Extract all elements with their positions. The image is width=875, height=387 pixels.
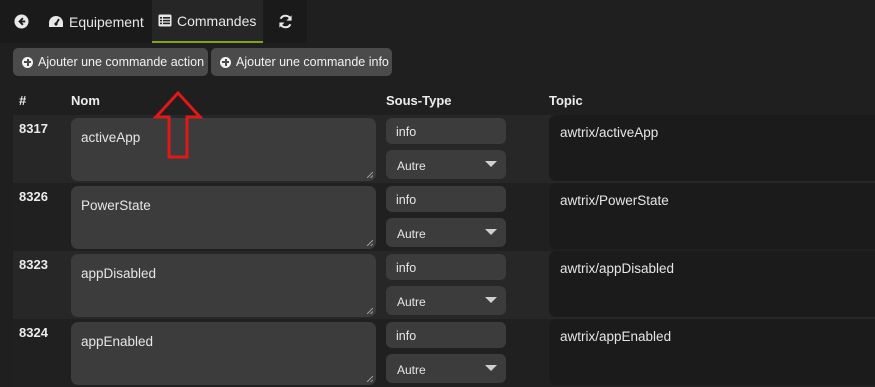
tab-equipement-label: Equipement xyxy=(69,13,144,30)
refresh-icon xyxy=(278,14,292,29)
plus-circle-icon xyxy=(22,56,33,68)
command-name-field[interactable]: activeApp xyxy=(71,118,376,181)
annotation-arrow-up-icon xyxy=(153,91,203,159)
caret-down-icon xyxy=(485,297,497,303)
command-id: 8324 xyxy=(19,325,48,340)
caret-down-icon xyxy=(485,161,497,167)
topic-field[interactable]: awtrix/appEnabled xyxy=(549,319,875,385)
subtype-select-value: Autre xyxy=(397,227,426,241)
subtype-select[interactable]: Autre xyxy=(386,150,506,179)
caret-down-icon xyxy=(485,365,497,371)
plus-circle-icon xyxy=(220,56,231,68)
tab-commandes-label: Commandes xyxy=(177,12,257,29)
topic-field[interactable]: awtrix/appDisabled xyxy=(549,251,875,317)
topic-field[interactable]: awtrix/PowerState xyxy=(549,183,875,249)
tab-bar: Equipement Commandes xyxy=(0,0,307,43)
add-action-command-button[interactable]: Ajouter une commande action xyxy=(13,48,208,76)
add-action-command-label: Ajouter une commande action xyxy=(38,55,205,69)
table-row: 8324 appEnabled info Autre awtrix/appEna… xyxy=(13,319,875,387)
table-row: 8317 activeApp info Autre awtrix/activeA… xyxy=(13,115,875,183)
subtype-select-value: Autre xyxy=(397,363,426,377)
command-name-field[interactable]: PowerState xyxy=(71,186,376,249)
subtype-select[interactable]: Autre xyxy=(386,354,506,383)
subtype-select[interactable]: Autre xyxy=(386,286,506,315)
arrow-circle-left-icon xyxy=(13,14,29,29)
command-type-field[interactable]: info xyxy=(386,118,506,144)
command-type-field[interactable]: info xyxy=(386,254,506,280)
table-row: 8326 PowerState info Autre awtrix/PowerS… xyxy=(13,183,875,251)
command-id: 8326 xyxy=(19,189,48,204)
column-name-header: Nom xyxy=(71,93,100,108)
command-id: 8317 xyxy=(19,121,48,136)
table-header: # Nom Sous-Type Topic xyxy=(13,84,875,115)
caret-down-icon xyxy=(485,229,497,235)
refresh-button[interactable] xyxy=(271,0,299,43)
list-icon xyxy=(158,14,172,27)
command-type-field[interactable]: info xyxy=(386,322,506,348)
subtype-select-value: Autre xyxy=(397,159,426,173)
command-type-field[interactable]: info xyxy=(386,186,506,212)
subtype-select-value: Autre xyxy=(397,295,426,309)
subtype-select[interactable]: Autre xyxy=(386,218,506,247)
back-button[interactable] xyxy=(6,0,36,43)
table-row: 8323 appDisabled info Autre awtrix/appDi… xyxy=(13,251,875,319)
command-name-field[interactable]: appDisabled xyxy=(71,254,376,317)
column-id-header: # xyxy=(19,93,27,108)
add-info-command-button[interactable]: Ajouter une commande info xyxy=(211,48,392,76)
add-info-command-label: Ajouter une commande info xyxy=(236,55,389,69)
tab-equipement[interactable]: Equipement xyxy=(48,0,144,43)
dashboard-icon xyxy=(49,15,63,27)
column-subtype-header: Sous-Type xyxy=(386,93,452,108)
command-name-field[interactable]: appEnabled xyxy=(71,322,376,385)
column-topic-header: Topic xyxy=(549,93,583,108)
tab-commandes[interactable]: Commandes xyxy=(152,0,263,43)
command-id: 8323 xyxy=(19,257,48,272)
topic-field[interactable]: awtrix/activeApp xyxy=(549,115,875,181)
